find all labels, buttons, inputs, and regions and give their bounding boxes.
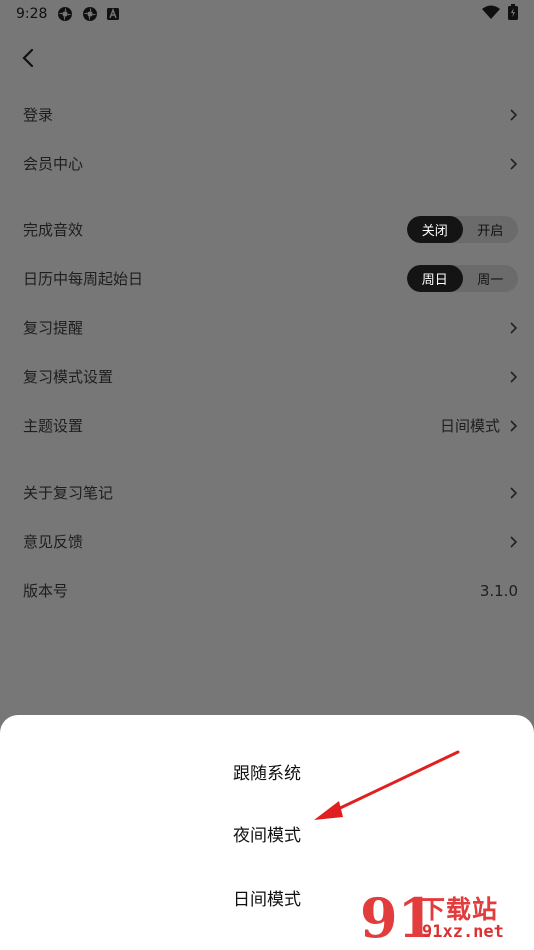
chevron-right-icon	[508, 321, 518, 335]
back-button[interactable]	[14, 44, 42, 72]
notification-app-icon	[82, 6, 98, 22]
settings-row-review-reminder[interactable]: 复习提醒	[0, 303, 534, 352]
toggle-option-on[interactable]: 开启	[463, 216, 519, 243]
notification-a-icon	[107, 8, 120, 20]
notification-app-icon	[57, 6, 73, 22]
row-label: 会员中心	[23, 155, 84, 173]
theme-option-night-mode[interactable]: 夜间模式	[0, 813, 534, 853]
completion-sound-toggle[interactable]: 关闭 开启	[407, 216, 518, 243]
wifi-icon	[482, 5, 500, 23]
chevron-right-icon	[508, 370, 518, 384]
theme-option-follow-system[interactable]: 跟随系统	[0, 751, 534, 791]
settings-row-review-mode[interactable]: 复习模式设置	[0, 352, 534, 401]
week-start-toggle[interactable]: 周日 周一	[407, 265, 518, 292]
row-label: 完成音效	[23, 221, 84, 239]
chevron-right-icon	[508, 535, 518, 549]
status-time: 9:28	[16, 6, 48, 22]
row-label: 登录	[23, 106, 54, 124]
chevron-right-icon	[508, 157, 518, 171]
settings-row-member-center[interactable]: 会员中心	[0, 139, 534, 188]
chevron-right-icon	[508, 419, 518, 433]
settings-row-week-start: 日历中每周起始日 周日 周一	[0, 254, 534, 303]
watermark-url: 91xz.net	[422, 922, 504, 942]
row-label: 复习模式设置	[23, 368, 114, 386]
battery-icon	[508, 4, 518, 24]
chevron-left-icon	[22, 48, 34, 68]
watermark-title: 下载站	[420, 895, 499, 924]
settings-row-theme[interactable]: 主题设置 日间模式	[0, 401, 534, 450]
row-label: 日历中每周起始日	[23, 270, 144, 288]
chevron-right-icon	[508, 486, 518, 500]
toggle-option-off[interactable]: 关闭	[407, 216, 463, 243]
status-right	[482, 4, 518, 24]
version-value: 3.1.0	[479, 581, 518, 600]
settings-row-completion-sound: 完成音效 关闭 开启	[0, 205, 534, 254]
row-label: 关于复习笔记	[23, 484, 114, 502]
row-label: 主题设置	[23, 417, 84, 435]
toggle-option-monday[interactable]: 周一	[463, 265, 519, 292]
row-label: 意见反馈	[23, 533, 84, 551]
watermark-logo: 91 下载站 91xz.net	[358, 888, 530, 948]
settings-row-version: 版本号 3.1.0	[0, 566, 534, 615]
toggle-option-sunday[interactable]: 周日	[407, 265, 463, 292]
row-label: 版本号	[23, 582, 69, 600]
chevron-right-icon	[508, 108, 518, 122]
settings-row-feedback[interactable]: 意见反馈	[0, 517, 534, 566]
status-bar: 9:28	[0, 0, 534, 28]
row-label: 复习提醒	[23, 319, 84, 337]
theme-current-value: 日间模式	[439, 417, 500, 435]
settings-row-login[interactable]: 登录	[0, 90, 534, 139]
settings-row-about[interactable]: 关于复习笔记	[0, 468, 534, 517]
